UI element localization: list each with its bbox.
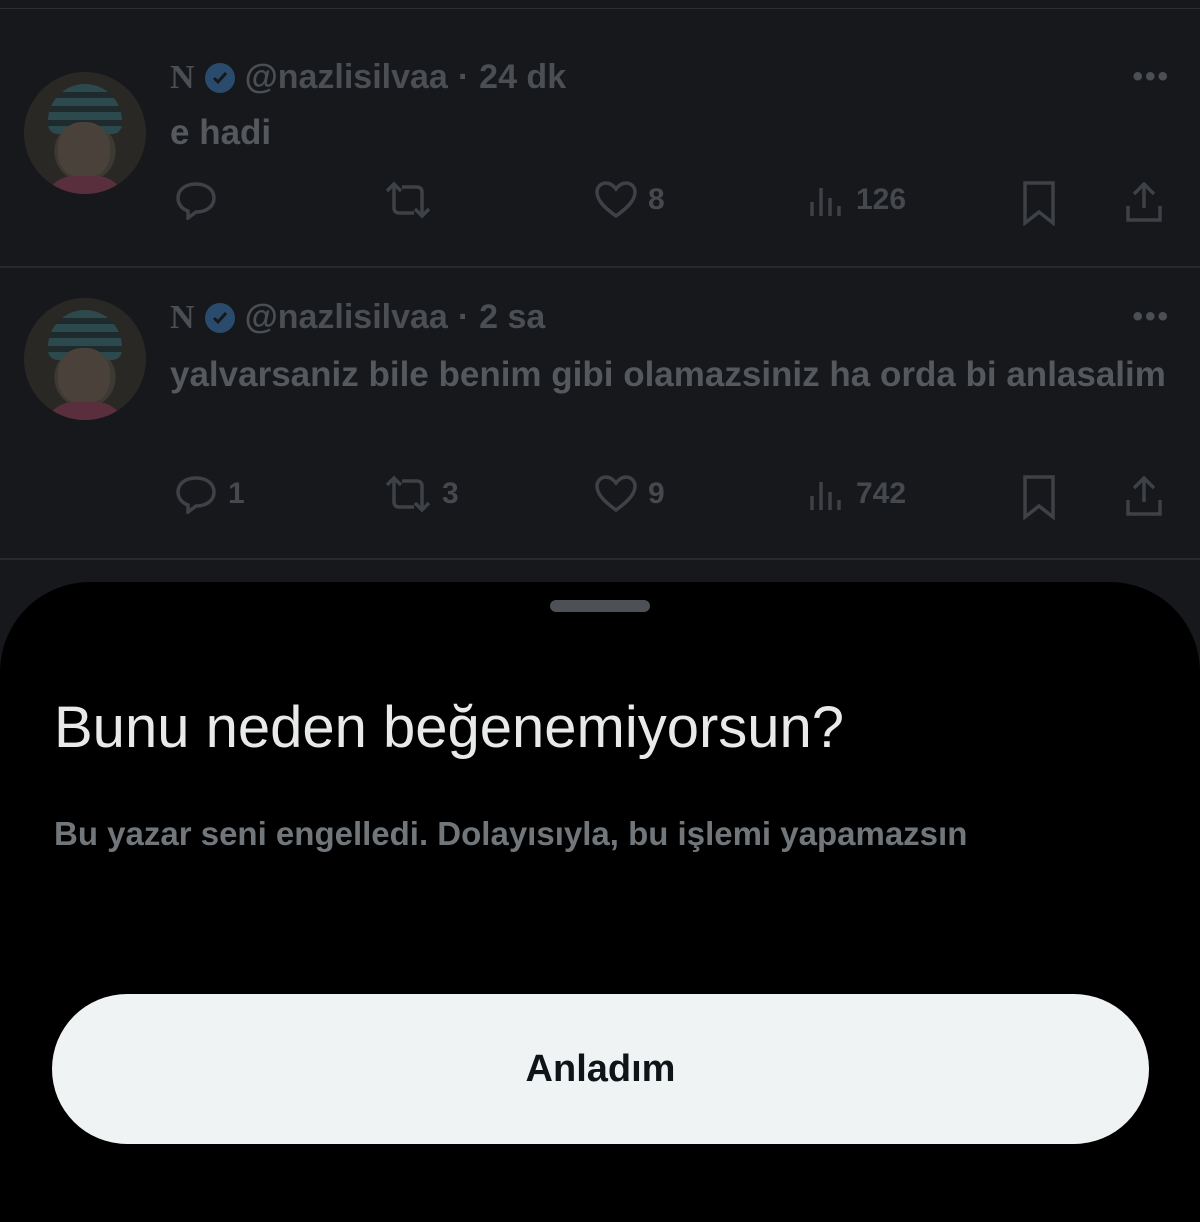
reply-icon [176, 476, 216, 514]
views-button[interactable]: 742 [806, 474, 906, 514]
share-button[interactable] [1122, 180, 1166, 224]
retweet-count: 3 [442, 477, 459, 510]
tweet-text: e hadi [170, 113, 272, 152]
tweet-header: N @nazlisilvaa · 2 sa [170, 298, 545, 337]
views-icon [810, 482, 841, 510]
timeline-feed: N @nazlisilvaa · 24 dk ••• e hadi 8 126 … [0, 0, 1200, 600]
bookmark-icon [1023, 475, 1055, 520]
like-count: 8 [648, 183, 665, 216]
got-it-button[interactable]: Anladım [52, 994, 1149, 1144]
tweet-header: N @nazlisilvaa · 24 dk [170, 58, 566, 97]
author-handle[interactable]: @nazlisilvaa [245, 298, 448, 337]
separator: · [457, 58, 470, 96]
like-button[interactable]: 8 [594, 180, 665, 220]
share-icon [1126, 181, 1162, 222]
retweet-button[interactable] [384, 180, 442, 220]
reply-button[interactable] [174, 180, 228, 220]
views-button[interactable]: 126 [806, 180, 906, 220]
tweet-text: yalvarsaniz bile benim gibi olamazsiniz … [170, 355, 1166, 394]
more-icon[interactable]: ••• [1132, 60, 1170, 94]
like-icon [595, 475, 637, 513]
sheet-message: Bu yazar seni engelledi. Dolayısıyla, bu… [54, 815, 968, 852]
bookmark-button[interactable] [1020, 180, 1058, 226]
tweet-time[interactable]: 2 sa [479, 298, 545, 337]
tweet-actions: 8 126 [170, 180, 1170, 226]
tweet-time[interactable]: 24 dk [479, 58, 566, 97]
verified-badge-icon [204, 302, 235, 333]
retweet-button[interactable]: 3 [384, 474, 459, 514]
like-button[interactable]: 9 [594, 474, 665, 514]
tweet[interactable]: N @nazlisilvaa · 24 dk ••• e hadi 8 126 [0, 10, 1200, 268]
verified-badge-icon [204, 62, 235, 93]
tweet[interactable]: N @nazlisilvaa · 2 sa ••• yalvarsaniz bi… [0, 268, 1200, 560]
reply-icon [176, 182, 216, 220]
share-icon [1126, 475, 1162, 516]
share-button[interactable] [1122, 474, 1166, 518]
divider [0, 8, 1200, 9]
more-icon[interactable]: ••• [1132, 300, 1170, 334]
avatar[interactable] [24, 298, 146, 420]
bookmark-button[interactable] [1020, 474, 1058, 520]
author-handle[interactable]: @nazlisilvaa [245, 58, 448, 97]
author-name[interactable]: N [170, 299, 195, 337]
reply-count: 1 [228, 477, 245, 510]
bookmark-icon [1023, 181, 1055, 226]
tweet-actions: 1 3 9 742 [170, 474, 1170, 520]
sheet-title: Bunu neden beğenemiyorsun? [54, 695, 845, 760]
avatar[interactable] [24, 72, 146, 194]
views-count: 742 [856, 477, 907, 510]
separator: · [457, 298, 470, 336]
retweet-icon [385, 181, 431, 219]
retweet-icon [385, 475, 431, 513]
views-icon [810, 188, 841, 216]
bottom-sheet: Bunu neden beğenemiyorsun? Bu yazar seni… [0, 582, 1200, 1222]
views-count: 126 [856, 183, 907, 216]
sheet-grabber-handle[interactable] [550, 600, 650, 612]
like-count: 9 [648, 477, 665, 510]
like-icon [595, 181, 637, 219]
reply-button[interactable]: 1 [174, 474, 245, 514]
author-name[interactable]: N [170, 59, 195, 97]
